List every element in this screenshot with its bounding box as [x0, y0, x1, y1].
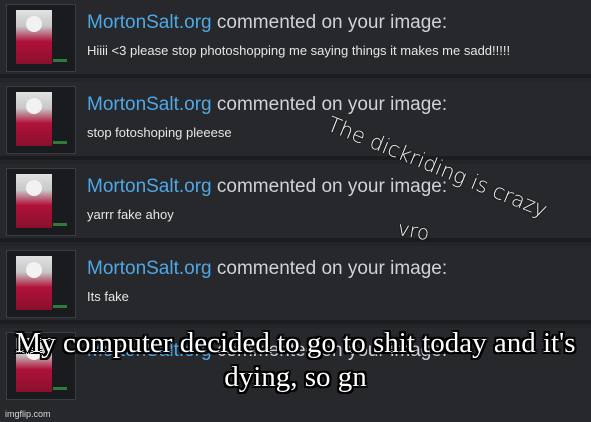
notification-action: commented on your image:	[216, 176, 448, 197]
avatar[interactable]	[6, 250, 76, 318]
username-link[interactable]: MortonSalt.org	[87, 176, 212, 197]
avatar-image	[16, 256, 52, 310]
notification-item[interactable]: MortonSalt.org commented on your image: …	[0, 0, 591, 78]
avatar-image	[16, 92, 52, 146]
notification-item[interactable]: MortonSalt.org commented on your image: …	[0, 82, 591, 160]
notification-headline: MortonSalt.org commented on your image:	[87, 94, 447, 116]
avatar[interactable]	[6, 86, 76, 154]
notification-action: commented on your image:	[216, 258, 448, 279]
imgflip-watermark: imgflip.com	[5, 409, 51, 419]
notification-action: commented on your image:	[216, 12, 448, 33]
avatar[interactable]	[6, 4, 76, 72]
notification-item[interactable]: MortonSalt.org commented on your image: …	[0, 246, 591, 324]
username-link[interactable]: MortonSalt.org	[87, 94, 212, 115]
comment-text: Hiiii <3 please stop photoshopping me sa…	[87, 43, 511, 58]
notification-headline: MortonSalt.org commented on your image:	[87, 12, 447, 34]
avatar-image	[16, 10, 52, 64]
avatar-badge	[53, 59, 67, 62]
notification-headline: MortonSalt.org commented on your image:	[87, 258, 447, 280]
avatar-badge	[53, 223, 67, 226]
comment-text: Its fake	[87, 289, 129, 304]
avatar-badge	[53, 305, 67, 308]
meme-caption: My computer decided to go to shit today …	[15, 327, 576, 393]
comment-text: stop fotoshoping pleeese	[87, 125, 232, 140]
username-link[interactable]: MortonSalt.org	[87, 258, 212, 279]
avatar[interactable]	[6, 168, 76, 236]
notification-headline: MortonSalt.org commented on your image:	[87, 176, 447, 198]
avatar-badge	[53, 141, 67, 144]
avatar-image	[16, 174, 52, 228]
comment-text: yarrr fake ahoy	[87, 207, 174, 222]
username-link[interactable]: MortonSalt.org	[87, 12, 212, 33]
